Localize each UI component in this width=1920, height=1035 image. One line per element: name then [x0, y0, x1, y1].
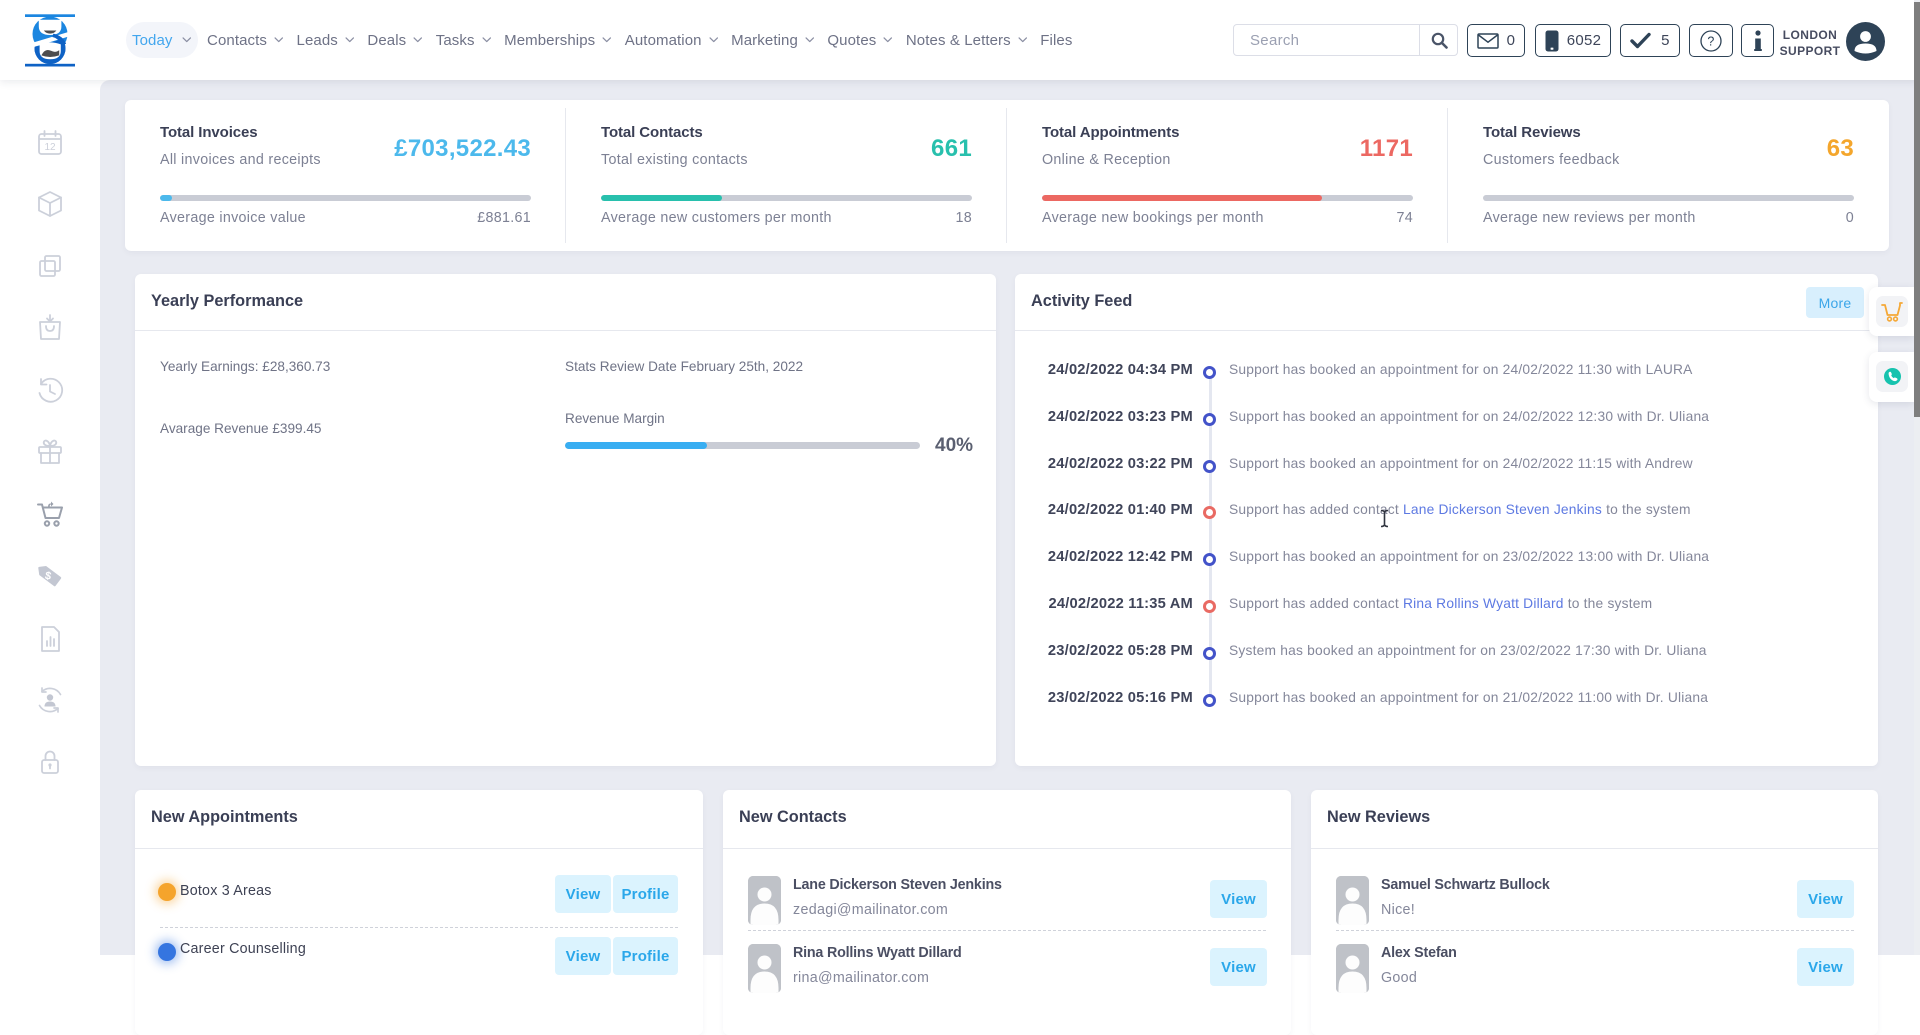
svg-text:12: 12	[44, 142, 56, 153]
svg-text:?: ?	[1707, 34, 1714, 48]
